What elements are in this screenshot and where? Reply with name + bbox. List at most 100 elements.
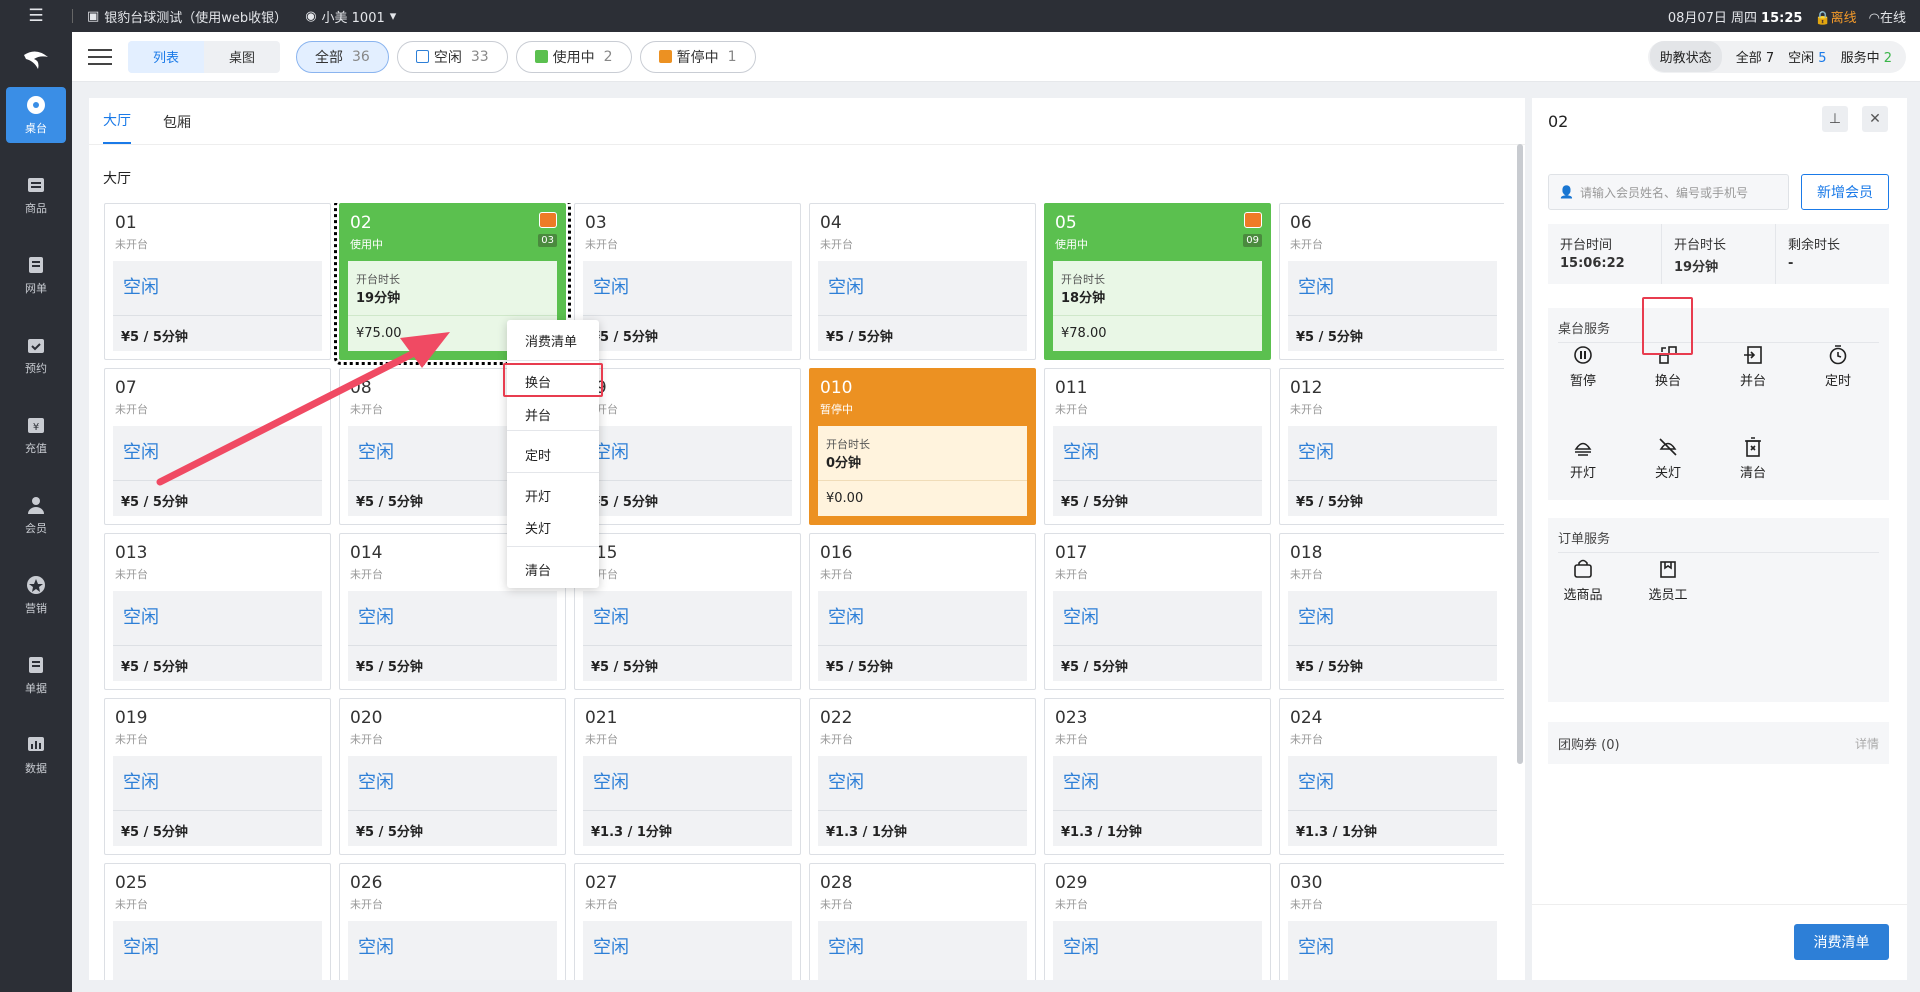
sidebar-item-document[interactable]: 单据 (6, 647, 66, 703)
amount-value: ¥0.00 (818, 480, 1027, 516)
assistant-status[interactable]: 助教状态 全部 7 空闲 5 服务中 2 (1647, 40, 1906, 73)
new-member-button[interactable]: 新增会员 (1801, 174, 1889, 210)
table-card[interactable]: 023 未开台 空闲 ¥1.3 / 1分钟 (1044, 698, 1271, 855)
table-card[interactable]: 04 未开台 空闲 ¥5 / 5分钟 (809, 203, 1036, 360)
table-card[interactable]: 06 未开台 空闲 ¥5 / 5分钟 (1279, 203, 1504, 360)
service-shopping-bag[interactable]: 选商品 (1556, 558, 1610, 603)
close-icon[interactable]: ✕ (1862, 106, 1888, 132)
table-card[interactable]: 029 未开台 空闲 (1044, 863, 1271, 980)
sidebar-item-recharge[interactable]: ¥ 充值 (6, 407, 66, 463)
filter-all[interactable]: 全部 36 (296, 40, 389, 73)
sidebar-item-member[interactable]: 会员 (6, 487, 66, 543)
table-status: 未开台 (115, 733, 148, 746)
table-card[interactable]: 030 未开台 空闲 (1279, 863, 1504, 980)
sidebar-item-star[interactable]: 营销 (6, 567, 66, 623)
offline-status[interactable]: 🔒离线 (1814, 7, 1856, 26)
service-merge-table[interactable]: 并台 (1726, 344, 1780, 389)
table-card[interactable]: 013 未开台 空闲 ¥5 / 5分钟 (104, 533, 331, 690)
table-name: 026 (350, 873, 383, 893)
menu-icon[interactable]: ☰ (0, 0, 72, 32)
table-card[interactable]: 05 使用中 09 开台时长 18分钟 ¥78.00 (1044, 203, 1271, 360)
table-card[interactable]: 016 未开台 空闲 ¥5 / 5分钟 (809, 533, 1036, 690)
table-card[interactable]: 026 未开台 空闲 (339, 863, 566, 980)
table-name: 016 (820, 543, 853, 563)
table-name: 025 (115, 873, 148, 893)
menu-item-merge[interactable]: 并台 (525, 405, 551, 424)
user-menu[interactable]: ◉ 小美 1001 ▾ (305, 7, 396, 26)
sidebar-item-goods[interactable]: 商品 (6, 167, 66, 223)
table-price: ¥5 / 5分钟 (348, 810, 557, 846)
pin-icon[interactable]: ⊥ (1822, 106, 1848, 132)
clear-table-icon (1745, 437, 1761, 457)
star-icon (27, 576, 45, 594)
sidebar-item-online-order[interactable]: 网单 (6, 247, 66, 303)
service-timer[interactable]: 定时 (1811, 344, 1865, 389)
table-status: 未开台 (585, 568, 618, 581)
tab-hall[interactable]: 大厅 (103, 110, 131, 144)
logo (0, 32, 72, 87)
tab-private-room[interactable]: 包厢 (163, 112, 191, 144)
idle-label: 空闲 (593, 277, 629, 298)
recharge-icon: ¥ (28, 418, 44, 433)
menu-item-clear[interactable]: 清台 (525, 560, 551, 579)
idle-label: 空闲 (593, 937, 629, 958)
table-detail-panel: 02 ⊥ ✕ 👤 请输入会员姓名、编号或手机号 新增会员 开台时间 15:06:22… (1532, 98, 1907, 980)
collapse-menu-icon[interactable] (88, 48, 112, 65)
table-name: 03 (585, 213, 607, 233)
sidebar-item-chart[interactable]: 数据 (6, 727, 66, 783)
goods-icon (28, 178, 44, 192)
service-light-off[interactable]: 关灯 (1641, 436, 1695, 481)
table-card[interactable]: 011 未开台 空闲 ¥5 / 5分钟 (1044, 368, 1271, 525)
cart-icon[interactable] (539, 212, 557, 228)
datetime: 08月07日 周四 15:25 (1667, 10, 1803, 26)
table-card[interactable]: 017 未开台 空闲 ¥5 / 5分钟 (1044, 533, 1271, 690)
table-status: 未开台 (115, 568, 148, 581)
order-services: 订单服务 选商品 选员工 (1548, 518, 1889, 702)
view-list-button[interactable]: 列表 (128, 40, 204, 73)
menu-item-bill[interactable]: 消费清单 (525, 331, 577, 350)
idle-label: 空闲 (123, 772, 159, 793)
pause-icon (1574, 346, 1592, 364)
menu-item-light-on[interactable]: 开灯 (525, 486, 551, 505)
scrollbar[interactable] (1517, 144, 1523, 764)
table-card[interactable]: 022 未开台 空闲 ¥1.3 / 1分钟 (809, 698, 1036, 855)
service-staff[interactable]: 选员工 (1641, 558, 1695, 603)
table-card[interactable]: 09未开台空闲¥5 / 5分钟 (574, 368, 801, 525)
document-icon (29, 657, 43, 673)
using-square-icon (534, 50, 548, 63)
table-card[interactable]: 021 未开台 空闲 ¥1.3 / 1分钟 (574, 698, 801, 855)
table-card[interactable]: 015 未开台 空闲 ¥5 / 5分钟 (574, 533, 801, 690)
table-card[interactable]: 03 未开台 空闲 ¥5 / 5分钟 (574, 203, 801, 360)
menu-item-light-off[interactable]: 关灯 (525, 518, 551, 537)
table-card[interactable]: 027 未开台 空闲 (574, 863, 801, 980)
service-light-on[interactable]: 开灯 (1556, 436, 1610, 481)
service-pause[interactable]: 暂停 (1556, 344, 1610, 389)
table-card[interactable]: 010 暂停中 开台时长 0分钟 ¥0.00 (809, 368, 1036, 525)
table-card[interactable]: 024 未开台 空闲 ¥1.3 / 1分钟 (1279, 698, 1504, 855)
table-card[interactable]: 018 未开台 空闲 ¥5 / 5分钟 (1279, 533, 1504, 690)
sidebar-item-table[interactable]: 桌台 (6, 87, 66, 143)
table-card[interactable]: 012 未开台 空闲 ¥5 / 5分钟 (1279, 368, 1504, 525)
panel-title: 02 (1548, 112, 1569, 131)
group-coupon-row[interactable]: 团购券 (0) 详情 (1548, 722, 1889, 764)
table-card[interactable]: 028 未开台 空闲 (809, 863, 1036, 980)
filter-using[interactable]: 使用中 2 (515, 40, 632, 73)
wifi-icon: ◠ (1868, 10, 1880, 26)
cart-icon[interactable] (1244, 212, 1262, 228)
table-services: 桌台服务 暂停 换台 并台 定时 开灯 关灯 清台 (1548, 308, 1889, 500)
table-card[interactable]: 019 未开台 空闲 ¥5 / 5分钟 (104, 698, 331, 855)
view-table-button[interactable]: 桌图 (204, 41, 280, 73)
sidebar-item-calendar[interactable]: 预约 (6, 327, 66, 383)
table-card[interactable]: 020 未开台 空闲 ¥5 / 5分钟 (339, 698, 566, 855)
store-name[interactable]: ▣ 银豹台球测试（使用web收银） (87, 7, 287, 26)
service-clear-table[interactable]: 清台 (1726, 436, 1780, 481)
table-card[interactable]: 025 未开台 空闲 (104, 863, 331, 980)
svg-text:¥: ¥ (33, 422, 39, 433)
filter-idle[interactable]: 空闲 33 (396, 40, 508, 73)
bill-button[interactable]: 消费清单 (1794, 924, 1889, 960)
menu-item-timer[interactable]: 定时 (525, 445, 551, 464)
table-price: ¥1.3 / 1分钟 (583, 810, 792, 846)
table-price: ¥5 / 5分钟 (1053, 480, 1262, 516)
filter-paused[interactable]: 暂停中 1 (639, 40, 756, 73)
member-search-input[interactable]: 👤 请输入会员姓名、编号或手机号 (1548, 174, 1789, 210)
